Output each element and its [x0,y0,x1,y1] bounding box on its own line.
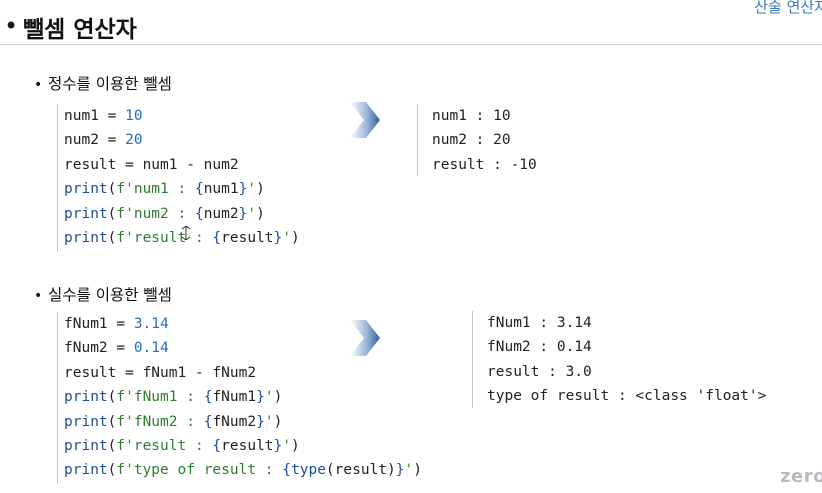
code-text: fNum1 [212,389,257,406]
code-line: print(f'result : {result}') [58,226,300,250]
code-text: result [221,437,274,454]
code-line: print(f'result : {result}') [58,434,422,458]
code-number: 20 [125,132,143,149]
code-text: ) [256,205,265,222]
code-brace: } [395,462,405,479]
code-string: f'num1 : [116,181,195,198]
code-text: num2 = [64,132,126,149]
title-bullet: • [4,12,19,40]
code-line: num2 = 20 [58,128,300,152]
code-string: f'type of result : [116,462,283,479]
code-string: f'fNum1 : [116,389,204,406]
output-line: result : -10 [432,156,537,173]
code-string: ' [264,413,274,430]
watermark-logo: zero [780,466,822,487]
code-number: 0.14 [133,340,169,357]
code-line: print(f'num1 : {num1}') [58,177,300,201]
code-line: print(f'num2 : {num2}') [58,202,300,226]
section-bullet: • [34,77,43,93]
slide-title: 뺄셈 연산자 [23,17,137,43]
output-line: type of result : <class 'float'> [487,388,767,405]
code-brace: { [194,181,204,198]
code-keyword: type [291,462,326,479]
code-text: result = num1 - num2 [64,156,239,173]
code-string: ' [404,462,414,479]
slide-header: • 뺄셈 연산자 산술 연산자 [0,0,822,45]
code-keyword: print [64,181,108,198]
code-string: ' [282,437,292,454]
code-string: f'fNum2 : [116,413,204,430]
code-text: fNum1 = [64,316,134,332]
code-block-integer: num1 = 10 num2 = 20 result = num1 - num2… [57,104,300,252]
code-text: (result) [325,462,396,479]
arrow-right-icon [350,320,380,356]
code-brace: } [273,437,283,454]
top-right-section-label: 산술 연산자 [754,0,822,16]
code-line: print(f'fNum2 : {fNum2}') [58,410,422,434]
code-line: result = num1 - num2 [58,153,300,177]
code-text: ) [291,437,300,454]
output-block-integer: num1 : 10 num2 : 20 result : -10 [417,104,537,176]
code-text: fNum2 [212,413,257,430]
code-string: ' [247,181,257,198]
code-text: ) [413,462,422,479]
code-number: 10 [125,108,143,124]
code-line: num1 = 10 [58,104,300,128]
code-keyword: print [64,462,108,479]
code-string: ' [264,389,274,406]
code-text: num1 [203,181,239,198]
section-title-text: 실수를 이용한 뺄셈 [48,286,172,304]
code-brace: { [194,205,204,222]
section-title-integer: • 정수를 이용한 뺄셈 [34,72,172,94]
code-text: fNum2 = [64,340,134,357]
code-brace: } [256,413,265,430]
code-string: f'result : [116,229,213,246]
code-text: result = fNum1 - fNum2 [64,364,257,381]
code-brace: { [212,437,222,454]
code-keyword: print [64,229,108,246]
code-keyword: print [64,437,108,454]
output-line: fNum1 : 3.14 [487,315,592,331]
output-line: fNum2 : 0.14 [487,339,592,356]
output-line: result : 3.0 [487,363,592,380]
code-text: ) [291,229,300,246]
code-brace: } [256,389,265,406]
code-text: ) [273,389,283,406]
code-number: 3.14 [133,316,169,332]
section-title-text: 정수를 이용한 뺄셈 [48,75,172,93]
code-keyword: print [64,413,108,430]
output-block-float: fNum1 : 3.14 fNum2 : 0.14 result : 3.0 t… [472,311,766,408]
code-string: ' [247,205,257,222]
code-brace: } [273,229,283,246]
code-text: result [221,229,274,246]
code-string: ' [282,229,292,246]
code-text: ) [273,413,283,430]
code-text: ) [256,181,265,198]
code-line: result = fNum1 - fNum2 [58,361,422,385]
output-line: num2 : 20 [432,132,511,149]
code-keyword: print [64,389,108,406]
code-line: print(f'fNum1 : {fNum1}') [58,385,422,409]
code-brace: { [212,229,222,246]
cursor-icon [181,226,191,240]
output-line: num1 : 10 [432,108,511,124]
section-title-float: • 실수를 이용한 뺄셈 [34,283,172,305]
code-brace: { [282,462,291,479]
section-bullet: • [34,288,43,304]
code-string: f'num2 : [116,205,195,222]
code-text: num2 [203,205,239,222]
code-text: num1 = [64,108,126,124]
code-line: print(f'type of result : {type(result)}'… [58,458,422,482]
code-string: f'result : [116,437,213,454]
arrow-right-icon [350,102,380,138]
code-keyword: print [64,205,108,222]
